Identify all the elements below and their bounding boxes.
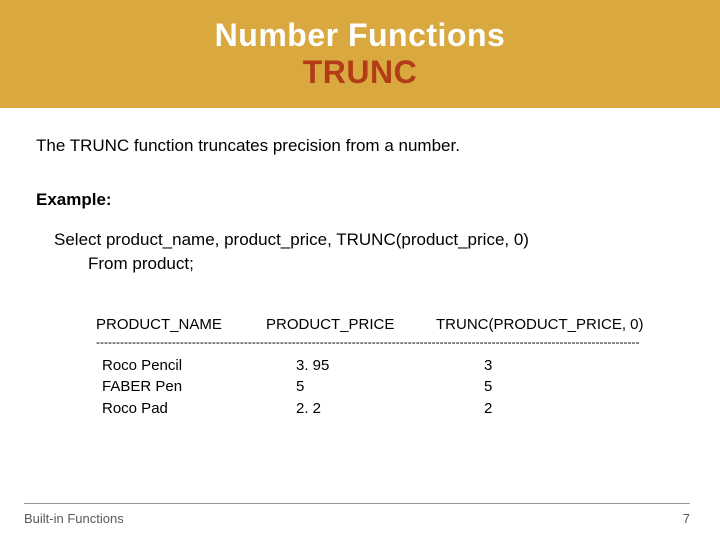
slide-number: 7 xyxy=(683,511,690,526)
cell-trunc: 3 xyxy=(436,355,656,377)
col-header-product-name: PRODUCT_NAME xyxy=(96,316,266,333)
slide-title-line1: Number Functions xyxy=(215,17,506,54)
cell-trunc: 5 xyxy=(436,376,656,398)
content-area: The TRUNC function truncates precision f… xyxy=(0,108,720,420)
result-table: PRODUCT_NAME PRODUCT_PRICE TRUNC(PRODUCT… xyxy=(96,316,684,420)
footer-left: Built-in Functions xyxy=(24,511,124,526)
cell-product-price: 3. 95 xyxy=(266,355,436,377)
slide-title-line2: TRUNC xyxy=(303,54,417,91)
cell-product-name: FABER Pen xyxy=(96,376,266,398)
table-row: FABER Pen 5 5 xyxy=(96,376,684,398)
table-header-row: PRODUCT_NAME PRODUCT_PRICE TRUNC(PRODUCT… xyxy=(96,316,684,333)
example-label: Example: xyxy=(36,190,684,210)
footer: Built-in Functions 7 xyxy=(0,511,720,526)
cell-product-name: Roco Pad xyxy=(96,398,266,420)
sql-code: Select product_name, product_price, TRUN… xyxy=(54,228,684,276)
col-header-trunc: TRUNC(PRODUCT_PRICE, 0) xyxy=(436,316,656,333)
footer-divider xyxy=(24,503,690,504)
title-bar: Number Functions TRUNC xyxy=(0,0,720,108)
cell-product-name: Roco Pencil xyxy=(96,355,266,377)
table-divider: ----------------------------------------… xyxy=(96,335,676,349)
sql-line1: Select product_name, product_price, TRUN… xyxy=(54,230,529,249)
table-row: Roco Pencil 3. 95 3 xyxy=(96,355,684,377)
description-text: The TRUNC function truncates precision f… xyxy=(36,136,684,156)
table-row: Roco Pad 2. 2 2 xyxy=(96,398,684,420)
col-header-product-price: PRODUCT_PRICE xyxy=(266,316,436,333)
cell-trunc: 2 xyxy=(436,398,656,420)
sql-line2: From product; xyxy=(88,252,684,276)
cell-product-price: 2. 2 xyxy=(266,398,436,420)
cell-product-price: 5 xyxy=(266,376,436,398)
